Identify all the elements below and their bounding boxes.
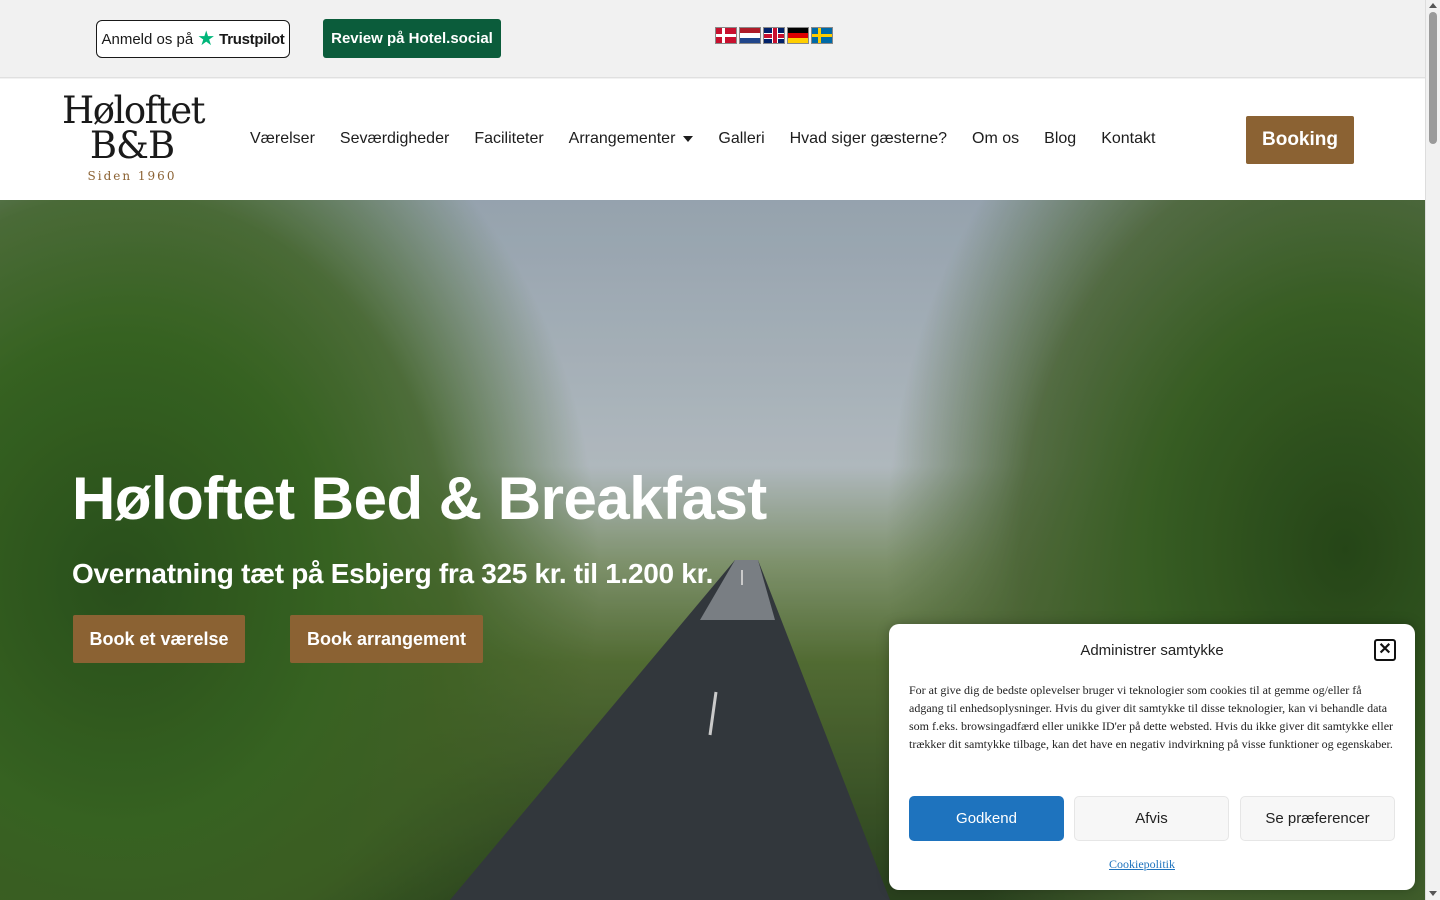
book-event-button[interactable]: Book arrangement: [290, 615, 483, 663]
scroll-up-arrow-icon[interactable]: [1429, 3, 1437, 8]
trustpilot-prefix: Anmeld os på: [101, 30, 194, 48]
nav-item-events-label: Arrangementer: [568, 130, 676, 147]
danish-flag-icon[interactable]: [715, 27, 737, 44]
swedish-flag-icon[interactable]: [811, 27, 833, 44]
trustpilot-review-button[interactable]: Anmeld os på ★ Trustpilot: [96, 20, 290, 58]
site-header: Høloftet B&B Siden 1960 Værelser Seværdi…: [0, 79, 1425, 200]
chevron-down-icon: [683, 136, 694, 142]
accept-button[interactable]: Godkend: [909, 796, 1064, 841]
scroll-down-arrow-icon[interactable]: [1429, 891, 1437, 896]
hero-subtitle: Overnatning tæt på Esbjerg fra 325 kr. t…: [72, 558, 714, 589]
german-flag-icon[interactable]: [787, 27, 809, 44]
nav-item-rooms[interactable]: Værelser: [250, 130, 315, 148]
nav-item-events[interactable]: Arrangementer: [569, 130, 694, 148]
page-scrollbar[interactable]: [1425, 0, 1440, 900]
nav-item-about[interactable]: Om os: [972, 130, 1019, 148]
nav-item-facilities[interactable]: Faciliteter: [474, 130, 543, 148]
cookie-policy-link[interactable]: Cookiepolitik: [889, 857, 1395, 872]
main-nav: Værelser Seværdigheder Faciliteter Arran…: [250, 130, 1180, 148]
deny-button[interactable]: Afvis: [1074, 796, 1229, 841]
preferences-button[interactable]: Se præferencer: [1240, 796, 1395, 841]
hero-title: Høloftet Bed & Breakfast: [72, 465, 767, 532]
booking-button[interactable]: Booking: [1246, 116, 1354, 164]
book-room-button[interactable]: Book et værelse: [73, 615, 245, 663]
cookie-dialog-text: For at give dig de bedste oplevelser bru…: [909, 683, 1394, 751]
cookie-consent-dialog: Administrer samtykke ✕ For at give dig d…: [889, 624, 1415, 890]
nav-item-gallery[interactable]: Galleri: [718, 130, 764, 148]
hotel-social-review-button[interactable]: Review på Hotel.social: [323, 19, 501, 58]
close-icon[interactable]: ✕: [1374, 639, 1396, 661]
scrollbar-thumb[interactable]: [1429, 12, 1437, 144]
trustpilot-brand: Trustpilot: [219, 30, 285, 48]
top-bar: Anmeld os på ★ Trustpilot Review på Hote…: [0, 0, 1425, 78]
logo-line-2: B&B: [89, 124, 175, 167]
nav-item-attractions[interactable]: Seværdigheder: [340, 130, 449, 148]
dutch-flag-icon[interactable]: [739, 27, 761, 44]
language-switcher: [715, 27, 833, 44]
logo-tagline: Siden 1960: [87, 169, 177, 183]
english-flag-icon[interactable]: [763, 27, 785, 44]
nav-item-contact[interactable]: Kontakt: [1101, 130, 1155, 148]
nav-item-blog[interactable]: Blog: [1044, 130, 1076, 148]
cookie-dialog-title: Administrer samtykke: [1080, 642, 1224, 659]
nav-item-reviews[interactable]: Hvad siger gæsterne?: [790, 130, 947, 148]
star-icon: ★: [197, 28, 216, 50]
site-logo[interactable]: Høloftet B&B Siden 1960: [62, 92, 205, 183]
